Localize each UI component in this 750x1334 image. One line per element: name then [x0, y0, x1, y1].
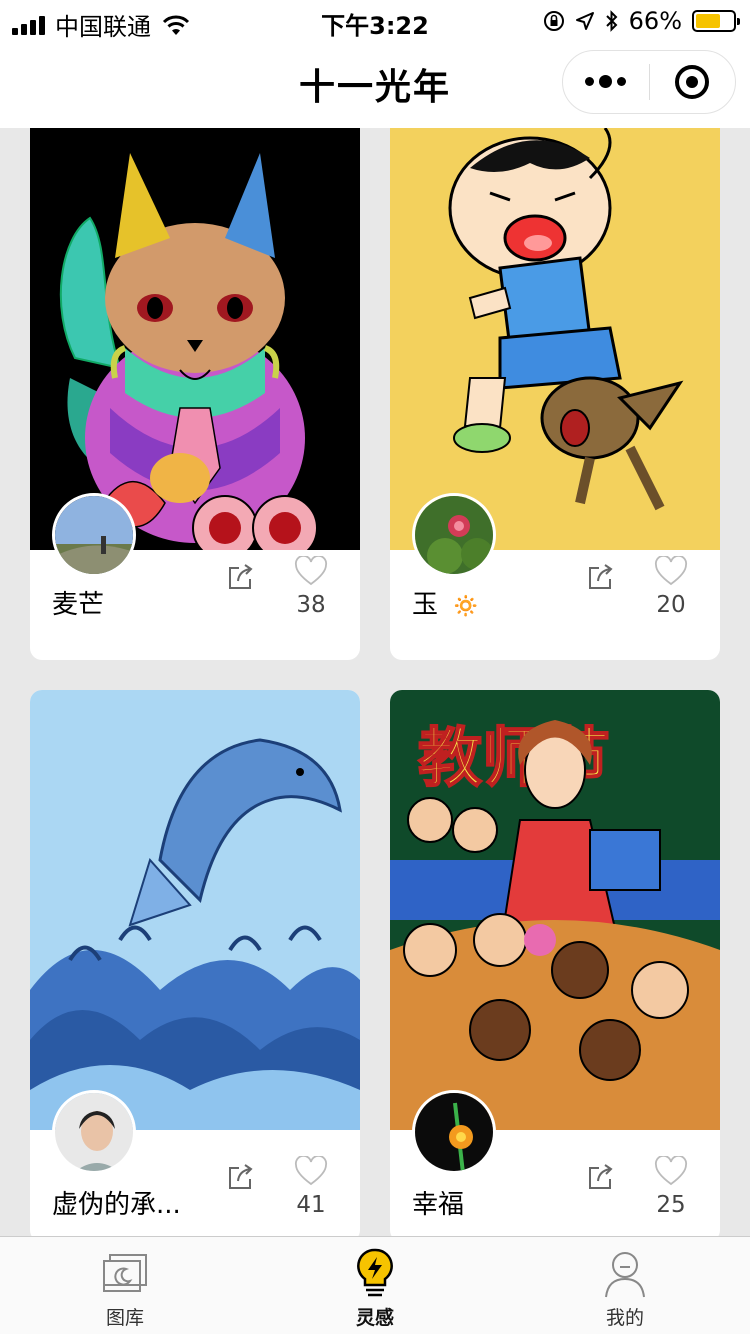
- more-dots-icon[interactable]: [563, 74, 649, 88]
- author-name-text: 玉: [412, 590, 439, 620]
- navigation-bar: 十一光年: [0, 42, 750, 128]
- sun-emoji: 🔅: [452, 594, 480, 619]
- share-icon[interactable]: [226, 560, 258, 592]
- status-bar: 中国联通 下午3:22 66%: [0, 0, 750, 42]
- tab-gallery[interactable]: 图库: [0, 1237, 250, 1334]
- rotation-lock-icon: [543, 11, 564, 31]
- heart-icon[interactable]: [654, 1156, 688, 1186]
- author-name[interactable]: 玉 🔅: [412, 584, 480, 621]
- artwork-card[interactable]: 虚伪的承... 41: [30, 690, 360, 1236]
- avatar[interactable]: [412, 493, 496, 577]
- tab-bar: 图库 灵感 我的: [0, 1236, 750, 1334]
- share-icon[interactable]: [586, 1160, 618, 1192]
- like-count: 25: [656, 1192, 686, 1218]
- author-name[interactable]: 幸福: [412, 1184, 464, 1221]
- heart-icon[interactable]: [294, 1156, 328, 1186]
- gallery-icon: [103, 1254, 147, 1292]
- share-icon[interactable]: [226, 1160, 258, 1192]
- artwork-image[interactable]: 教师节: [390, 690, 720, 1130]
- like-count: 20: [656, 592, 686, 618]
- artwork-card[interactable]: 教师节 幸福 25: [390, 690, 720, 1236]
- like-count: 38: [296, 592, 326, 618]
- avatar[interactable]: [412, 1090, 496, 1174]
- battery-icon: [692, 10, 740, 32]
- heart-icon[interactable]: [294, 556, 328, 586]
- artwork-image[interactable]: [390, 128, 720, 550]
- share-icon[interactable]: [586, 560, 618, 592]
- author-name[interactable]: 虚伪的承...: [52, 1184, 181, 1221]
- tab-label: 灵感: [355, 1307, 394, 1329]
- tab-label: 图库: [105, 1307, 144, 1329]
- artwork-card[interactable]: 麦芒 38: [30, 128, 360, 660]
- artwork-image[interactable]: [30, 128, 360, 550]
- tab-label: 我的: [605, 1307, 644, 1329]
- miniprogram-close-icon[interactable]: [650, 65, 736, 99]
- inspiration-feed[interactable]: 麦芒 38 玉 🔅 20 虚伪的承... 41 教师节 幸福 25: [0, 128, 750, 1236]
- miniprogram-capsule: [562, 50, 736, 114]
- avatar[interactable]: [52, 1090, 136, 1174]
- like-count: 41: [296, 1192, 326, 1218]
- artwork-image[interactable]: [30, 690, 360, 1130]
- bluetooth-icon: [605, 10, 618, 32]
- artwork-card[interactable]: 玉 🔅 20: [390, 128, 720, 660]
- author-name[interactable]: 麦芒: [52, 584, 104, 621]
- location-icon: [575, 12, 594, 30]
- heart-icon[interactable]: [654, 556, 688, 586]
- lightbulb-icon: [357, 1248, 393, 1297]
- tab-profile[interactable]: 我的: [500, 1237, 750, 1334]
- user-icon: [605, 1252, 645, 1298]
- tab-inspiration[interactable]: 灵感: [250, 1237, 500, 1334]
- avatar[interactable]: [52, 493, 136, 577]
- battery-percent: 66%: [628, 7, 682, 35]
